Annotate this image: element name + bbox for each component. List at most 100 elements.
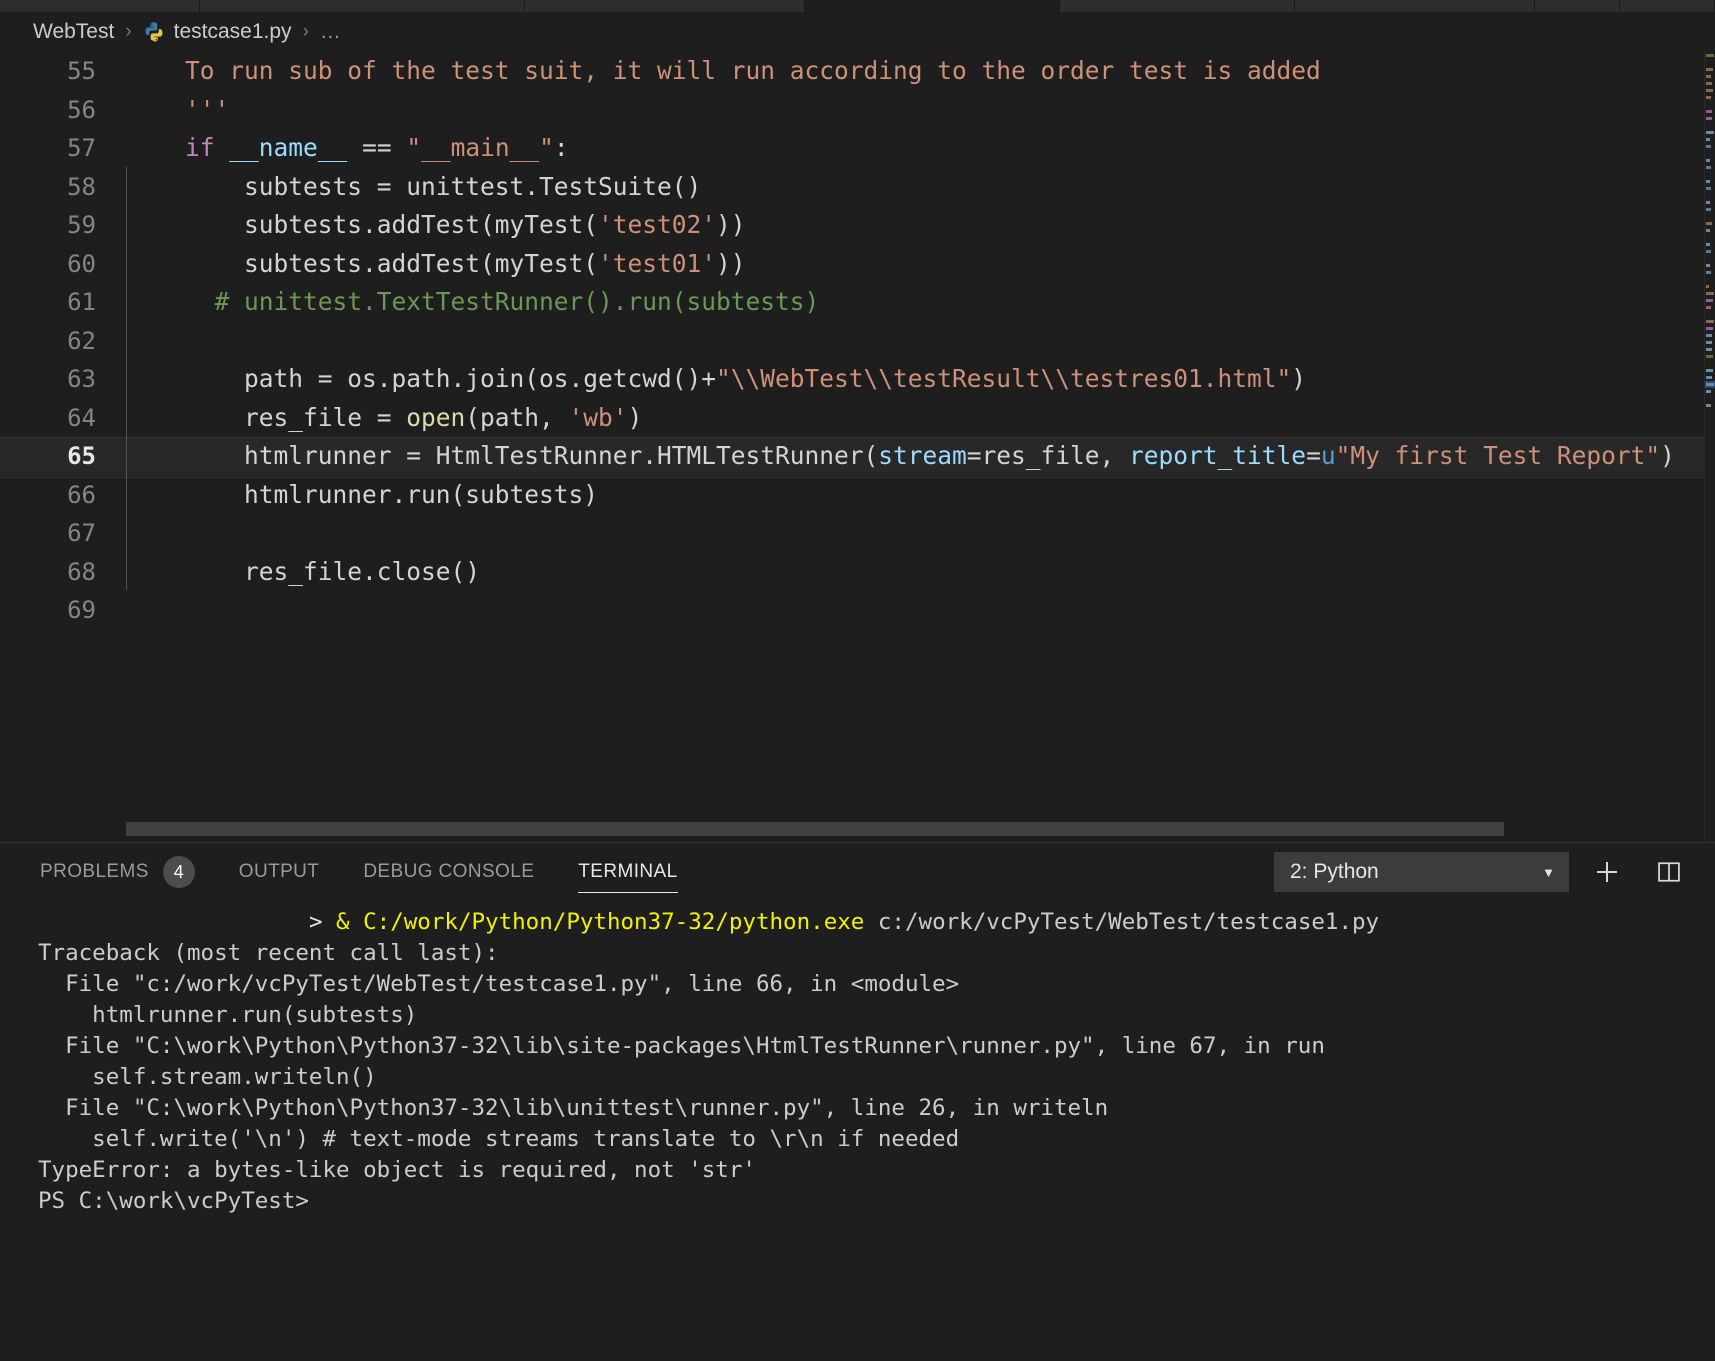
minimap-line (1705, 115, 1715, 122)
token-plain: subtests = unittest.TestSuite() (126, 171, 702, 201)
minimap-line (1705, 206, 1715, 213)
token-plain: res_file = (126, 402, 407, 432)
code-line[interactable]: 68 res_file.close() (0, 553, 1715, 592)
minimap-token (1706, 82, 1712, 85)
token-plain: = (1306, 441, 1321, 470)
panel-tab-output[interactable]: OUTPUT (239, 843, 320, 901)
minimap-token (1706, 334, 1712, 337)
line-text: res_file.close() (96, 553, 480, 592)
minimap-line (1705, 276, 1715, 283)
editor-tab-5[interactable] (1295, 0, 1535, 12)
breadcrumb-item-folder[interactable]: WebTest (33, 20, 114, 44)
terminal-segment: C:/work/Python/Python37-32/python.exe (363, 909, 865, 935)
code-line[interactable]: 57 if __name__ == "__main__": (0, 129, 1715, 168)
editor-tab-1[interactable] (200, 0, 525, 12)
code-line[interactable]: 64 res_file = open(path, 'wb') (0, 399, 1715, 438)
token-plain: == (347, 133, 407, 162)
code-line[interactable]: 62 (0, 322, 1715, 361)
minimap-line (1705, 290, 1715, 297)
minimap-token (1706, 145, 1711, 148)
code-line[interactable]: 65 htmlrunner = HtmlTestRunner.HTMLTestR… (0, 437, 1715, 477)
line-number: 63 (67, 365, 96, 393)
code-line[interactable]: 60 subtests.addTest(myTest('test01')) (0, 245, 1715, 284)
token-plain: : (553, 133, 569, 162)
terminal-segment: PS C:\work\vcPyTest> (38, 1188, 309, 1214)
minimap-line (1705, 94, 1715, 101)
minimap-line (1705, 129, 1715, 136)
token-str: 'wb' (568, 402, 628, 432)
code-line[interactable]: 59 subtests.addTest(myTest('test02')) (0, 206, 1715, 245)
terminal-segment: File "C:\work\Python\Python37-32\lib\sit… (38, 1033, 1325, 1059)
token-str: "\\WebTest\\testResult\\testres01.html" (716, 364, 1292, 393)
minimap-line (1705, 52, 1715, 59)
panel-tab-terminal[interactable]: TERMINAL (578, 843, 678, 901)
minimap-line (1705, 304, 1715, 311)
minimap-line (1705, 332, 1715, 339)
token-plain: htmlrunner = HtmlTestRunner.HTMLTestRunn… (126, 441, 879, 470)
minimap-token (1706, 320, 1714, 323)
editor-tab-4[interactable] (1060, 0, 1295, 12)
code-editor[interactable]: 55 To run sub of the test suit, it will … (0, 52, 1715, 842)
minimap-token (1706, 369, 1713, 372)
minimap-line (1705, 101, 1715, 108)
minimap-line (1705, 143, 1715, 150)
terminal-segment: & (336, 909, 364, 935)
editor-tab-7[interactable] (1620, 0, 1715, 12)
minimap-token (1706, 355, 1713, 358)
minimap-line (1705, 108, 1715, 115)
token-plain: ) (627, 402, 643, 432)
minimap-token (1706, 187, 1711, 190)
token-plain: ) (1660, 441, 1675, 470)
panel-tab-problems[interactable]: PROBLEMS 4 (40, 843, 195, 901)
minimap-token (1706, 208, 1711, 211)
editor-horizontal-scrollbar[interactable] (126, 822, 1504, 836)
editor-tab-6[interactable] (1535, 0, 1620, 12)
terminal-output[interactable]: > & C:/work/Python/Python37-32/python.ex… (0, 901, 1715, 1361)
panel-tab-debug-console[interactable]: DEBUG CONSOLE (363, 843, 534, 901)
minimap-line (1705, 241, 1715, 248)
panel-tab-label: PROBLEMS (40, 861, 149, 882)
panel-tab-label: TERMINAL (578, 861, 678, 882)
minimap-token (1706, 131, 1714, 134)
breadcrumb-item-file[interactable]: testcase1.py (174, 20, 292, 44)
minimap-line (1705, 220, 1715, 227)
minimap-line (1705, 325, 1715, 332)
editor-tab-3[interactable] (805, 0, 1060, 12)
minimap-line (1705, 353, 1715, 360)
token-kw: if (185, 133, 215, 162)
code-line[interactable]: 67 (0, 514, 1715, 553)
code-line[interactable]: 55 To run sub of the test suit, it will … (0, 52, 1715, 91)
code-line[interactable]: 63 path = os.path.join(os.getcwd()+"\\We… (0, 360, 1715, 399)
minimap-token (1706, 166, 1711, 169)
terminal-line: self.write('\n') # text-mode streams tra… (38, 1124, 1715, 1155)
line-text: path = os.path.join(os.getcwd()+"\\WebTe… (96, 360, 1306, 399)
code-line[interactable]: 69 (0, 591, 1715, 630)
minimap-line (1705, 255, 1715, 262)
minimap-token (1706, 299, 1713, 302)
minimap-line (1705, 157, 1715, 164)
minimap-line (1705, 66, 1715, 73)
minimap-token (1706, 348, 1712, 351)
plus-icon[interactable] (1583, 848, 1631, 896)
terminal-instance-select[interactable]: 2: Python ▼ (1274, 852, 1569, 892)
terminal-segment: TypeError: a bytes-like object is requir… (38, 1157, 756, 1183)
editor-tab-0[interactable] (0, 0, 200, 12)
minimap-line (1705, 178, 1715, 185)
line-text: res_file = open(path, 'wb') (96, 399, 642, 438)
code-line[interactable]: 58 subtests = unittest.TestSuite() (0, 168, 1715, 207)
minimap-line (1705, 395, 1715, 402)
minimap[interactable] (1705, 52, 1715, 842)
breadcrumb-overflow[interactable]: … (320, 20, 342, 44)
terminal-segment: > (308, 909, 337, 935)
line-text: ''' (96, 91, 229, 130)
code-line[interactable]: 61 # unittest.TextTestRunner().run(subte… (0, 283, 1715, 322)
split-panel-icon[interactable] (1645, 848, 1693, 896)
minimap-line (1705, 227, 1715, 234)
editor-tab-2[interactable] (525, 0, 805, 12)
code-line[interactable]: 66 htmlrunner.run(subtests) (0, 476, 1715, 515)
code-line[interactable]: 56 ''' (0, 91, 1715, 130)
breadcrumb-separator-icon: › (125, 21, 132, 42)
breadcrumb-separator-icon-2: › (302, 21, 309, 42)
line-text: subtests = unittest.TestSuite() (96, 168, 701, 207)
line-text: if __name__ == "__main__": (96, 129, 569, 168)
